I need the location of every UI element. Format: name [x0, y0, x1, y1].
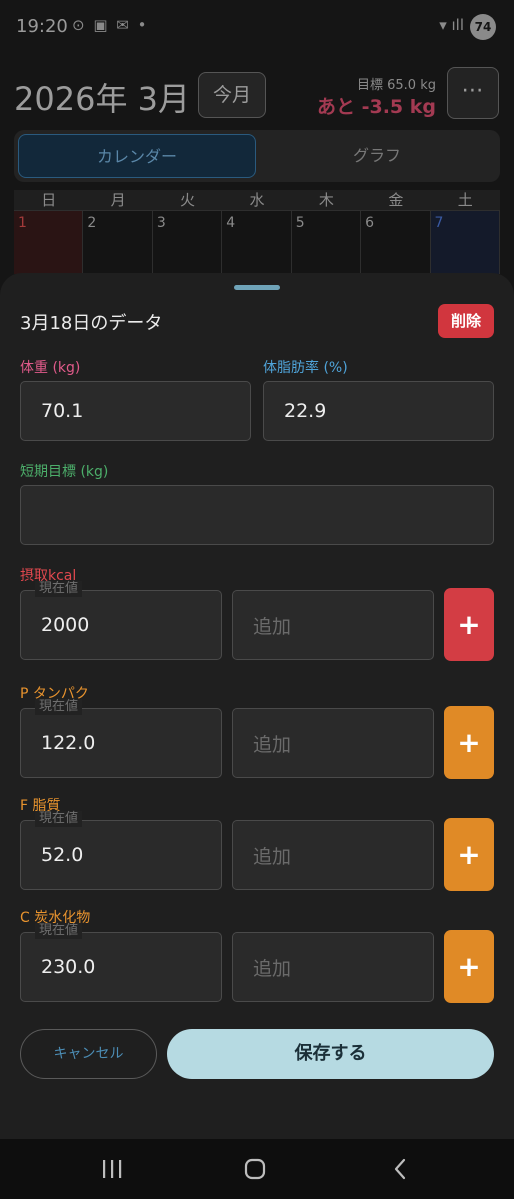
weekday-mon: 月 — [110, 191, 126, 209]
protein-add-button[interactable]: + — [444, 706, 494, 779]
body-fat-label: 体脂肪率 (%) — [263, 360, 348, 376]
protein-add-input[interactable]: 追加 — [232, 708, 434, 778]
tab-calendar[interactable]: カレンダー — [18, 134, 256, 178]
current-value-label: 現在値 — [35, 699, 83, 715]
status-time: 19:20 — [16, 16, 68, 37]
weekday-thu: 木 — [318, 191, 334, 209]
kcal-add-button[interactable]: + — [444, 588, 494, 661]
save-button[interactable]: 保存する — [167, 1029, 494, 1079]
weekday-sat: 土 — [457, 191, 473, 209]
this-month-button[interactable]: 今月 — [198, 72, 266, 118]
current-value-label: 現在値 — [35, 581, 83, 597]
view-tabs: カレンダー グラフ — [14, 130, 500, 182]
battery-icon: 74 — [470, 14, 496, 40]
sheet-title: 3月18日のデータ — [20, 313, 163, 334]
month-title: 2026年 3月 — [14, 80, 190, 118]
calendar-day[interactable]: 4 — [222, 210, 292, 274]
more-menu-button[interactable]: ⋯ — [447, 67, 499, 119]
weight-label: 体重 (kg) — [20, 360, 81, 376]
kcal-current-input[interactable]: 現在値 2000 — [20, 581, 222, 660]
status-bar: 19:20 ⊙ ▣ ✉ • ▾ ıll 74 — [0, 0, 514, 52]
short-goal-label: 短期目標 (kg) — [20, 464, 109, 480]
protein-current-input[interactable]: 現在値 122.0 — [20, 699, 222, 778]
calendar-day[interactable]: 3 — [152, 210, 223, 274]
kcal-current-value: 2000 — [41, 614, 90, 636]
calendar-week-row: 1 2 3 4 5 6 7 — [14, 210, 500, 274]
fat-current-value: 52.0 — [41, 844, 84, 866]
tab-graph[interactable]: グラフ — [258, 134, 496, 178]
fat-current-input[interactable]: 現在値 52.0 — [20, 811, 222, 890]
calendar-day[interactable]: 1 — [14, 210, 84, 274]
protein-current-value: 122.0 — [41, 732, 96, 754]
system-nav-bar — [0, 1139, 514, 1199]
signal-icon: ▾ ıll — [439, 16, 464, 34]
calendar-day[interactable]: 6 — [361, 210, 431, 274]
weekday-sun: 日 — [41, 191, 57, 209]
carbs-current-input[interactable]: 現在値 230.0 — [20, 923, 222, 1002]
carbs-add-input[interactable]: 追加 — [232, 932, 434, 1002]
home-icon[interactable] — [235, 1153, 275, 1185]
background-app: 19:20 ⊙ ▣ ✉ • ▾ ıll 74 2026年 3月 今月 目標 65… — [0, 0, 514, 300]
goal-weight: 目標 65.0 kg — [357, 78, 436, 93]
goal-remaining: あと -3.5 kg — [316, 96, 436, 118]
calendar-day[interactable]: 2 — [83, 210, 153, 274]
notification-icons: ⊙ ▣ ✉ • — [72, 16, 149, 34]
fat-add-input[interactable]: 追加 — [232, 820, 434, 890]
cancel-button[interactable]: キャンセル — [20, 1029, 157, 1079]
short-goal-input[interactable] — [20, 485, 494, 545]
fat-add-button[interactable]: + — [444, 818, 494, 891]
calendar-weekday-header: 日 月 火 水 木 金 土 — [14, 190, 500, 210]
current-value-label: 現在値 — [35, 811, 83, 827]
weight-input[interactable]: 70.1 — [20, 381, 251, 441]
weekday-wed: 水 — [249, 191, 265, 209]
day-data-sheet: 3月18日のデータ 削除 体重 (kg) 70.1 体脂肪率 (%) 22.9 … — [0, 273, 514, 1139]
back-icon[interactable] — [380, 1153, 420, 1185]
sheet-drag-handle[interactable] — [234, 285, 280, 290]
delete-button[interactable]: 削除 — [438, 304, 494, 338]
calendar-day[interactable]: 7 — [430, 210, 500, 274]
carbs-add-button[interactable]: + — [444, 930, 494, 1003]
carbs-current-value: 230.0 — [41, 956, 96, 978]
calendar-day[interactable]: 5 — [291, 210, 362, 274]
kcal-add-input[interactable]: 追加 — [232, 590, 434, 660]
body-fat-input[interactable]: 22.9 — [263, 381, 494, 441]
recent-apps-icon[interactable] — [92, 1153, 132, 1185]
current-value-label: 現在値 — [35, 923, 83, 939]
weekday-tue: 火 — [180, 191, 196, 209]
weekday-fri: 金 — [388, 191, 404, 209]
